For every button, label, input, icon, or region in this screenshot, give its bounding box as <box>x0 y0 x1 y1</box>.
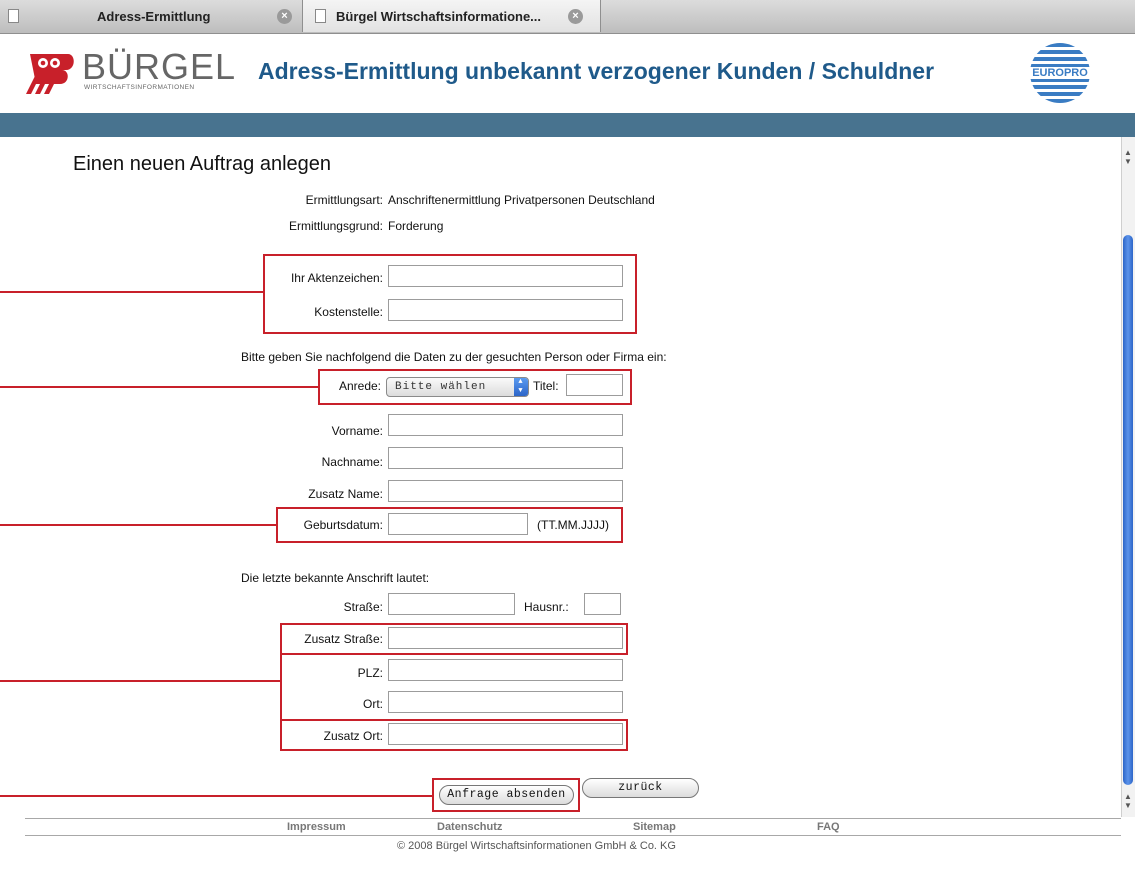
address-intro-text: Die letzte bekannte Anschrift lautet: <box>241 571 430 585</box>
ermittlungsgrund-label: Ermittlungsgrund: <box>288 219 383 233</box>
ermittlungsart-label: Ermittlungsart: <box>305 193 383 207</box>
geburtsdatum-label: Geburtsdatum: <box>303 518 383 532</box>
aktenzeichen-input[interactable] <box>388 265 623 287</box>
select-arrows-icon: ▲ ▼ <box>514 378 528 396</box>
strasse-input[interactable] <box>388 593 515 615</box>
hausnr-label: Hausnr.: <box>524 600 569 614</box>
zusatz-strasse-input[interactable] <box>388 627 623 649</box>
footer-link-sitemap[interactable]: Sitemap <box>633 821 676 833</box>
footer-link-faq[interactable]: FAQ <box>817 821 840 833</box>
plz-label: PLZ: <box>357 666 383 680</box>
anrede-selected-value: Bitte wählen <box>395 381 487 393</box>
callout-line <box>0 524 276 526</box>
footer-link-impressum[interactable]: Impressum <box>287 821 346 833</box>
page-icon <box>8 9 19 23</box>
callout-line <box>0 386 318 388</box>
header-stripe <box>0 113 1135 137</box>
page-banner-title: Adress-Ermittlung unbekannt verzogener K… <box>258 58 935 84</box>
europro-text: EUROPRO <box>1032 67 1088 79</box>
ermittlungsart-value: Anschriftenermittlung Privatpersonen Deu… <box>388 193 655 207</box>
zusatz-ort-label: Zusatz Ort: <box>323 729 383 743</box>
anrede-label: Anrede: <box>338 379 381 393</box>
zusatz-name-input[interactable] <box>388 480 623 502</box>
ermittlungsgrund-value: Forderung <box>388 219 444 233</box>
plz-input[interactable] <box>388 659 623 681</box>
tab-title: Bürgel Wirtschaftsinformatione... <box>336 8 542 24</box>
callout-line <box>0 291 263 293</box>
back-button[interactable]: zurück <box>582 778 699 798</box>
zusatz-name-label: Zusatz Name: <box>308 487 383 501</box>
person-intro-text: Bitte geben Sie nachfolgend die Daten zu… <box>241 350 667 364</box>
callout-line <box>0 795 432 797</box>
callout-line <box>0 680 280 682</box>
geburtsdatum-format-hint: (TT.MM.JJJJ) <box>537 518 609 532</box>
logo-subtext: WIRTSCHAFTSINFORMATIONEN <box>84 84 195 91</box>
copyright-text: © 2008 Bürgel Wirtschaftsinformationen G… <box>397 840 676 852</box>
strasse-label: Straße: <box>343 600 383 614</box>
submit-request-button[interactable]: Anfrage absenden <box>439 785 574 805</box>
zusatz-strasse-label: Zusatz Straße: <box>304 632 383 646</box>
vorname-input[interactable] <box>388 414 623 436</box>
scrollbar-thumb[interactable] <box>1123 235 1133 785</box>
ort-label: Ort: <box>363 697 383 711</box>
titel-label: Titel: <box>533 379 559 393</box>
scroll-down-icon[interactable]: ▲ ▼ <box>1121 792 1135 810</box>
kostenstelle-input[interactable] <box>388 299 623 321</box>
footer-divider <box>25 818 1121 819</box>
anrede-select[interactable]: Bitte wählen ▲ ▼ <box>386 377 529 397</box>
aktenzeichen-label: Ihr Aktenzeichen: <box>290 271 383 285</box>
close-tab-icon[interactable]: × <box>277 8 292 24</box>
footer-divider <box>25 835 1121 836</box>
vorname-label: Vorname: <box>331 424 383 438</box>
tab-title: Adress-Ermittlung <box>97 8 211 24</box>
browser-tab-buergel[interactable]: Bürgel Wirtschaftsinformatione... × <box>303 0 601 32</box>
buergel-logo-icon <box>26 54 74 94</box>
nachname-input[interactable] <box>388 447 623 469</box>
page-icon <box>315 9 326 23</box>
browser-tab-adress-ermittlung[interactable]: Adress-Ermittlung × <box>0 0 303 32</box>
ort-input[interactable] <box>388 691 623 713</box>
titel-input[interactable] <box>566 374 623 396</box>
close-tab-icon[interactable]: × <box>568 8 583 24</box>
scroll-up-icon[interactable]: ▲ ▼ <box>1121 148 1135 166</box>
geburtsdatum-input[interactable] <box>388 513 528 535</box>
europro-logo: EUROPRO <box>1016 40 1104 111</box>
footer-link-datenschutz[interactable]: Datenschutz <box>437 821 502 833</box>
hausnr-input[interactable] <box>584 593 621 615</box>
nachname-label: Nachname: <box>321 455 383 469</box>
page-title: Einen neuen Auftrag anlegen <box>73 153 331 175</box>
zusatz-ort-input[interactable] <box>388 723 623 745</box>
kostenstelle-label: Kostenstelle: <box>314 305 383 319</box>
logo-text: BÜRGEL <box>82 46 237 87</box>
